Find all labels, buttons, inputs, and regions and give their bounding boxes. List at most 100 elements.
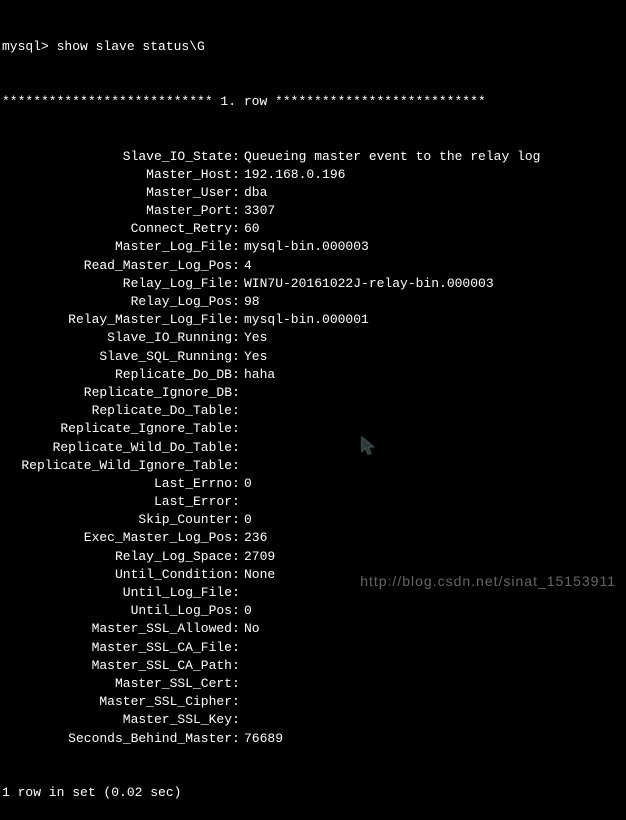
colon-separator: : xyxy=(232,730,240,748)
status-label: Master_SSL_Allowed xyxy=(2,620,232,638)
colon-separator: : xyxy=(232,202,240,220)
colon-separator: : xyxy=(232,402,240,420)
status-label: Master_SSL_CA_Path xyxy=(2,657,232,675)
status-value: WIN7U-20161022J-relay-bin.000003 xyxy=(240,275,494,293)
status-label: Seconds_Behind_Master xyxy=(2,730,232,748)
status-label: Until_Log_File xyxy=(2,584,232,602)
colon-separator: : xyxy=(232,584,240,602)
status-row: Master_SSL_CA_Path: xyxy=(2,657,624,675)
status-label: Replicate_Wild_Do_Table xyxy=(2,439,232,457)
colon-separator: : xyxy=(232,675,240,693)
status-label: Last_Errno xyxy=(2,475,232,493)
colon-separator: : xyxy=(232,238,240,256)
status-value: Yes xyxy=(240,329,267,347)
status-value xyxy=(240,384,244,402)
colon-separator: : xyxy=(232,293,240,311)
status-value: 192.168.0.196 xyxy=(240,166,345,184)
command-text: show slave status\G xyxy=(57,38,205,56)
status-value: 98 xyxy=(240,293,260,311)
status-value: 0 xyxy=(240,475,252,493)
status-label: Master_SSL_Cert xyxy=(2,675,232,693)
colon-separator: : xyxy=(232,275,240,293)
status-label: Replicate_Ignore_DB xyxy=(2,384,232,402)
colon-separator: : xyxy=(232,475,240,493)
status-value: 4 xyxy=(240,257,252,275)
status-value: Yes xyxy=(240,348,267,366)
status-value xyxy=(240,493,244,511)
status-row: Replicate_Do_Table: xyxy=(2,402,624,420)
status-row: Skip_Counter:0 xyxy=(2,511,624,529)
colon-separator: : xyxy=(232,366,240,384)
status-label: Replicate_Wild_Ignore_Table xyxy=(2,457,232,475)
status-label: Until_Log_Pos xyxy=(2,602,232,620)
status-label: Replicate_Do_DB xyxy=(2,366,232,384)
colon-separator: : xyxy=(232,548,240,566)
mysql-prompt: mysql> xyxy=(2,38,57,56)
result-footer: 1 row in set (0.02 sec) xyxy=(2,784,624,802)
status-label: Slave_SQL_Running xyxy=(2,348,232,366)
colon-separator: : xyxy=(232,566,240,584)
status-label: Until_Condition xyxy=(2,566,232,584)
status-rows: Slave_IO_State:Queueing master event to … xyxy=(2,148,624,748)
status-row: Replicate_Do_DB:haha xyxy=(2,366,624,384)
colon-separator: : xyxy=(232,184,240,202)
status-value: 60 xyxy=(240,220,260,238)
status-row: Replicate_Ignore_DB: xyxy=(2,384,624,402)
status-row: Until_Log_Pos:0 xyxy=(2,602,624,620)
status-row: Master_Host:192.168.0.196 xyxy=(2,166,624,184)
terminal-output[interactable]: mysql> show slave status\G *************… xyxy=(2,2,624,820)
status-value xyxy=(240,657,244,675)
status-row: Slave_IO_State:Queueing master event to … xyxy=(2,148,624,166)
status-value: 0 xyxy=(240,511,252,529)
status-row: Master_Port:3307 xyxy=(2,202,624,220)
status-row: Relay_Log_Pos:98 xyxy=(2,293,624,311)
status-label: Replicate_Do_Table xyxy=(2,402,232,420)
status-row: Replicate_Wild_Ignore_Table: xyxy=(2,457,624,475)
status-label: Replicate_Ignore_Table xyxy=(2,420,232,438)
status-row: Connect_Retry:60 xyxy=(2,220,624,238)
status-value xyxy=(240,439,244,457)
colon-separator: : xyxy=(232,348,240,366)
status-row: Relay_Log_File:WIN7U-20161022J-relay-bin… xyxy=(2,275,624,293)
colon-separator: : xyxy=(232,148,240,166)
status-value: 3307 xyxy=(240,202,275,220)
status-row: Last_Errno:0 xyxy=(2,475,624,493)
colon-separator: : xyxy=(232,711,240,729)
colon-separator: : xyxy=(232,602,240,620)
status-row: Master_SSL_Cipher: xyxy=(2,693,624,711)
colon-separator: : xyxy=(232,639,240,657)
status-row: Read_Master_Log_Pos:4 xyxy=(2,257,624,275)
status-value: Queueing master event to the relay log xyxy=(240,148,540,166)
colon-separator: : xyxy=(232,329,240,347)
status-label: Exec_Master_Log_Pos xyxy=(2,529,232,547)
colon-separator: : xyxy=(232,420,240,438)
status-value: No xyxy=(240,620,260,638)
status-label: Relay_Log_File xyxy=(2,275,232,293)
status-label: Master_Host xyxy=(2,166,232,184)
status-label: Relay_Log_Space xyxy=(2,548,232,566)
status-row: Master_SSL_Key: xyxy=(2,711,624,729)
command-line: mysql> show slave status\G xyxy=(2,38,624,56)
status-label: Connect_Retry xyxy=(2,220,232,238)
status-value xyxy=(240,711,244,729)
colon-separator: : xyxy=(232,220,240,238)
status-label: Master_Log_File xyxy=(2,238,232,256)
colon-separator: : xyxy=(232,384,240,402)
status-label: Master_Port xyxy=(2,202,232,220)
status-row: Replicate_Wild_Do_Table: xyxy=(2,439,624,457)
status-row: Last_Error: xyxy=(2,493,624,511)
status-row: Replicate_Ignore_Table: xyxy=(2,420,624,438)
status-value xyxy=(240,457,244,475)
status-value xyxy=(240,584,244,602)
status-value xyxy=(240,420,244,438)
status-label: Relay_Master_Log_File xyxy=(2,311,232,329)
status-row: Master_SSL_CA_File: xyxy=(2,639,624,657)
colon-separator: : xyxy=(232,529,240,547)
colon-separator: : xyxy=(232,620,240,638)
status-label: Master_SSL_Key xyxy=(2,711,232,729)
colon-separator: : xyxy=(232,657,240,675)
status-label: Master_SSL_CA_File xyxy=(2,639,232,657)
colon-separator: : xyxy=(232,439,240,457)
status-value xyxy=(240,402,244,420)
status-label: Read_Master_Log_Pos xyxy=(2,257,232,275)
